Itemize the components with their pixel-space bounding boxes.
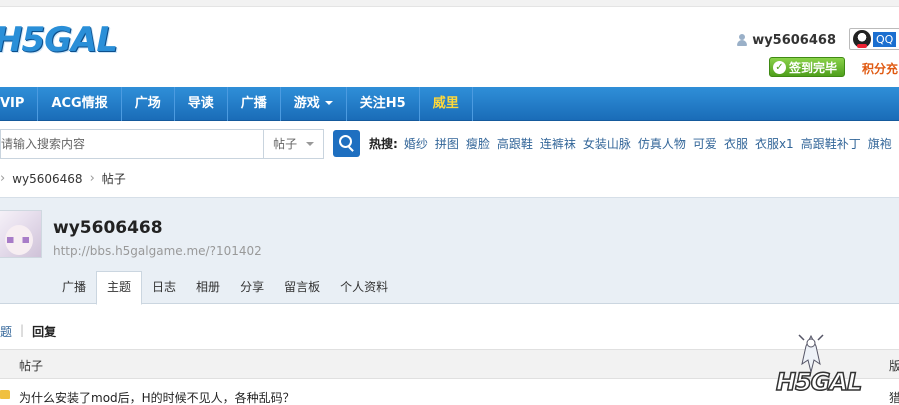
hot-tag[interactable]: 高跟鞋补丁	[801, 135, 861, 152]
search-box: 帖子	[0, 129, 324, 159]
search-type-select[interactable]: 帖子	[263, 130, 323, 158]
checkin-button[interactable]: ✓ 签到完毕	[769, 57, 845, 77]
main-nav: VIP ACG情报 广场 导读 广播 游戏 关注H5 威里	[0, 86, 899, 121]
table-row: 为什么安装了mod后，H的时候不见人，各种乱码？ 猎	[0, 388, 899, 405]
search-button[interactable]	[333, 130, 360, 157]
user-box: wy5606468	[736, 33, 836, 48]
hot-tag[interactable]: 衣服	[724, 135, 748, 152]
nav-item-games[interactable]: 游戏	[281, 86, 347, 121]
chevron-right-icon: ›	[0, 171, 6, 186]
subtab-separator: |	[20, 323, 25, 337]
hot-tag[interactable]: 连裤袜	[540, 135, 576, 152]
search-input[interactable]	[1, 130, 264, 158]
mascot-watermark: H5GAL	[768, 334, 878, 402]
post-title-link[interactable]: 为什么安装了mod后，H的时候不见人，各种乱码？	[19, 389, 295, 405]
breadcrumb-user[interactable]: wy5606468	[12, 172, 82, 186]
hot-tag[interactable]: 高跟鞋	[497, 135, 533, 152]
watermark-text: H5GAL	[775, 367, 863, 397]
tab-topics[interactable]: 主题	[96, 271, 143, 305]
nav-item-square[interactable]: 广场	[122, 86, 175, 121]
profile-name[interactable]: wy5606468	[53, 218, 163, 238]
nav-item-acg[interactable]: ACG情报	[38, 86, 122, 121]
chevron-right-icon: ›	[89, 171, 95, 186]
column-header-forum: 版	[889, 359, 899, 373]
profile-header: wy5606468 http://bbs.h5galgame.me/?10140…	[0, 197, 899, 305]
tab-profile[interactable]: 个人资料	[330, 272, 398, 305]
nav-label: 威里	[432, 95, 459, 111]
hot-tag[interactable]: 衣服x1	[755, 135, 794, 152]
qq-login-button[interactable]: QQ	[849, 28, 899, 50]
hot-search-label: 热搜:	[369, 137, 398, 151]
folder-icon	[0, 390, 10, 399]
breadcrumb-posts: 帖子	[101, 172, 126, 186]
tab-blog[interactable]: 日志	[142, 272, 186, 305]
profile-url[interactable]: http://bbs.h5galgame.me/?101402	[53, 244, 262, 258]
subtab-topics[interactable]: 题	[0, 323, 12, 340]
check-icon: ✓	[773, 60, 786, 74]
avatar[interactable]	[0, 210, 42, 258]
points-recharge-link[interactable]: 积分充	[862, 60, 898, 77]
hot-tag[interactable]: 可爱	[693, 135, 717, 152]
header-username[interactable]: wy5606468	[752, 33, 836, 48]
hot-tag[interactable]: 婚纱	[404, 135, 428, 152]
subtabs: 题 | 回复	[0, 323, 56, 340]
top-strip	[0, 0, 899, 7]
nav-label: 广场	[134, 95, 161, 111]
nav-label: 游戏	[293, 95, 320, 111]
search-type-label: 帖子	[273, 137, 298, 151]
tab-guestbook[interactable]: 留言板	[274, 272, 330, 305]
nav-label: 广播	[240, 95, 267, 111]
tab-broadcast[interactable]: 广播	[52, 272, 96, 305]
column-header-post: 帖子	[19, 359, 44, 373]
nav-label: ACG情报	[51, 95, 108, 111]
subtab-replies[interactable]: 回复	[32, 323, 56, 340]
chevron-down-icon	[324, 101, 333, 105]
nav-label: 导读	[187, 95, 214, 111]
checkin-label: 签到完毕	[789, 60, 838, 75]
nav-item-guide[interactable]: 导读	[175, 86, 228, 121]
nav-item-vip[interactable]: VIP	[0, 86, 39, 121]
tab-album[interactable]: 相册	[186, 272, 230, 305]
breadcrumb: › wy5606468 › 帖子	[0, 170, 126, 187]
qq-label: QQ	[873, 31, 897, 47]
nav-item-weili[interactable]: 威里	[420, 86, 473, 121]
hot-search: 热搜: 婚纱 拼图 瘦脸 高跟鞋 连裤袜 女装山脉 仿真人物 可爱 衣服 衣服x…	[369, 135, 892, 152]
hot-tag[interactable]: 瘦脸	[466, 135, 490, 152]
site-logo[interactable]: H5GAL	[0, 18, 118, 62]
post-forum[interactable]: 猎	[889, 389, 899, 405]
hot-tag[interactable]: 仿真人物	[638, 135, 686, 152]
nav-label: VIP	[0, 95, 25, 111]
nav-item-broadcast[interactable]: 广播	[228, 86, 281, 121]
nav-label: 关注H5	[359, 95, 406, 111]
tab-share[interactable]: 分享	[230, 272, 274, 305]
qq-penguin-icon	[853, 30, 871, 48]
user-icon	[736, 34, 748, 47]
profile-tabs: 广播 主题 日志 相册 分享 留言板 个人资料	[52, 271, 398, 305]
hot-tag[interactable]: 旗袍	[868, 135, 892, 152]
chevron-down-icon	[306, 142, 314, 146]
hot-tag[interactable]: 女装山脉	[583, 135, 631, 152]
nav-item-follow[interactable]: 关注H5	[347, 86, 420, 121]
table-header: 帖子 版	[0, 349, 899, 379]
hot-tag[interactable]: 拼图	[435, 135, 459, 152]
